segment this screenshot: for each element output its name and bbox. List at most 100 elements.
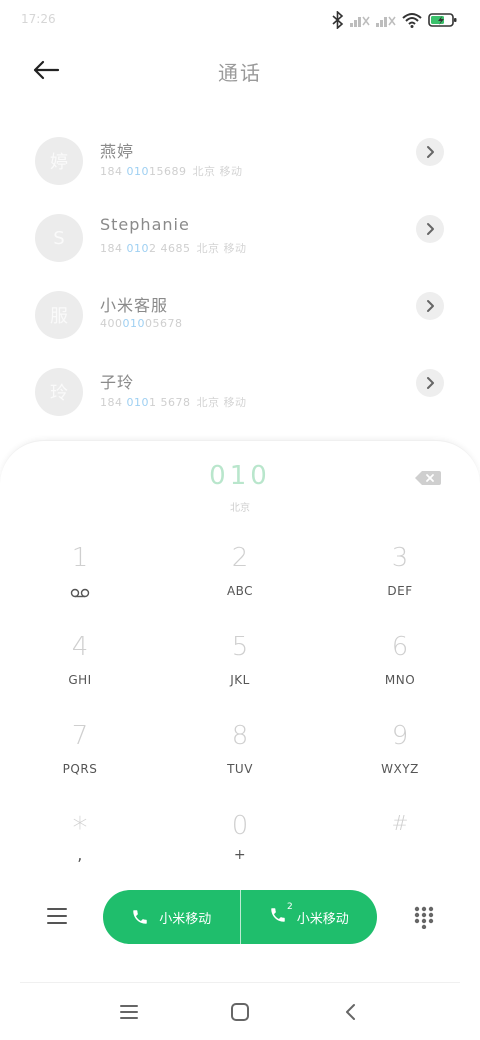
- key-star[interactable]: * ,: [25, 811, 135, 885]
- page-title: 通话: [218, 61, 262, 85]
- chevron-right-icon: [427, 300, 434, 312]
- back-chevron-icon: [346, 1004, 355, 1020]
- nav-recents-button[interactable]: [115, 998, 143, 1026]
- key-digit: 6: [391, 632, 409, 662]
- key-hash[interactable]: #: [345, 811, 455, 885]
- menu-icon: [47, 908, 67, 924]
- key-letters: WXYZ: [381, 762, 419, 776]
- avatar: 玲: [35, 368, 83, 416]
- avatar: 婷: [35, 137, 83, 185]
- menu-button[interactable]: [46, 906, 68, 926]
- contact-row[interactable]: S Stephanie 184 0102 4685 北京 移动: [0, 197, 480, 267]
- key-letters: MNO: [384, 673, 416, 687]
- voicemail-icon: [25, 587, 135, 601]
- key-letters: +: [233, 847, 247, 863]
- contact-detail-button[interactable]: [416, 292, 444, 320]
- backspace-button[interactable]: [414, 468, 442, 488]
- key-letters: DEF: [387, 584, 413, 598]
- key-letters: JKL: [230, 673, 250, 687]
- dialpad-icon: [414, 906, 434, 930]
- keypad-toggle-button[interactable]: [413, 905, 435, 930]
- key-digit: 0: [231, 811, 249, 841]
- key-1[interactable]: 1: [25, 543, 135, 617]
- recents-icon: [120, 1005, 138, 1019]
- key-digit: 8: [231, 721, 249, 751]
- key-3[interactable]: 3 DEF: [345, 543, 455, 617]
- number-suffix: 05678: [145, 317, 183, 330]
- key-2[interactable]: 2 ABC: [185, 543, 295, 617]
- key-letters: PQRS: [62, 762, 98, 776]
- number-suffix: 15689: [149, 165, 187, 178]
- signal-sim1-icon: [350, 16, 370, 27]
- nav-divider: [20, 982, 460, 983]
- contact-row[interactable]: 玲 子玲 184 0101 5678 北京 移动: [0, 351, 480, 421]
- contact-number: 184 01015689 北京 移动: [100, 163, 243, 179]
- contact-location: 北京 移动: [196, 396, 247, 409]
- contact-number: 40001005678: [100, 317, 183, 330]
- phone-icon: [133, 910, 147, 924]
- contact-detail-button[interactable]: [416, 138, 444, 166]
- signal-sim2-icon: [376, 16, 396, 27]
- chevron-right-icon: [427, 377, 434, 389]
- dialed-location: 北京: [230, 503, 250, 514]
- dialer-panel: 010 北京 1 2 ABC 3 DEF 4 GHI 5 JKL 6 MNO 7…: [0, 440, 480, 1040]
- home-icon: [231, 1003, 249, 1021]
- key-letters: GHI: [68, 673, 92, 687]
- number-suffix: 1 5678: [149, 396, 191, 409]
- key-8[interactable]: 8 TUV: [185, 721, 295, 795]
- number-match: 010: [122, 317, 145, 330]
- contact-name: Stephanie: [100, 215, 190, 234]
- contact-location: 北京 移动: [192, 165, 243, 178]
- status-icons: [332, 10, 458, 30]
- backspace-icon: [415, 471, 441, 485]
- bluetooth-icon: [332, 11, 344, 29]
- contact-row[interactable]: 婷 燕婷 184 01015689 北京 移动: [0, 120, 480, 190]
- key-6[interactable]: 6 MNO: [345, 632, 455, 706]
- call-sim1-button[interactable]: 小米移动: [103, 890, 240, 944]
- key-9[interactable]: 9 WXYZ: [345, 721, 455, 795]
- number-prefix: 184: [100, 396, 127, 409]
- key-digit: 5: [231, 632, 249, 662]
- call-sim2-button[interactable]: 2 小米移动: [241, 890, 378, 944]
- dialed-number: 010: [209, 461, 271, 491]
- key-4[interactable]: 4 GHI: [25, 632, 135, 706]
- nav-home-button[interactable]: [226, 998, 254, 1026]
- avatar: S: [35, 214, 83, 262]
- contact-detail-button[interactable]: [416, 369, 444, 397]
- nav-back-button[interactable]: [337, 998, 365, 1026]
- number-match: 010: [126, 396, 149, 409]
- chevron-right-icon: [427, 146, 434, 158]
- key-digit: 2: [231, 543, 249, 573]
- call-sim2-label: 小米移动: [296, 911, 349, 927]
- key-0[interactable]: 0 +: [185, 811, 295, 885]
- number-prefix: 400: [100, 317, 123, 330]
- sim2-badge: 2: [287, 902, 293, 912]
- contact-name: 小米客服: [100, 296, 169, 315]
- call-sim1-label: 小米移动: [159, 911, 212, 927]
- contact-detail-button[interactable]: [416, 215, 444, 243]
- number-match: 010: [126, 165, 149, 178]
- phone-sim2-icon: 2: [269, 902, 293, 928]
- key-digit: 1: [71, 543, 89, 573]
- chevron-right-icon: [427, 223, 434, 235]
- contact-number: 184 0101 5678 北京 移动: [100, 394, 247, 410]
- contact-row[interactable]: 服 小米客服 40001005678: [0, 274, 480, 344]
- status-time: 17:26: [21, 12, 56, 26]
- contact-name: 子玲: [100, 373, 135, 392]
- wifi-icon: [402, 13, 422, 28]
- key-digit: #: [391, 811, 409, 835]
- number-prefix: 184: [100, 165, 127, 178]
- key-digit: *: [72, 811, 88, 846]
- key-7[interactable]: 7 PQRS: [25, 721, 135, 795]
- contact-location: 北京 移动: [196, 242, 247, 255]
- key-digit: 7: [71, 721, 89, 751]
- key-digit: 4: [71, 632, 89, 662]
- key-digit: 9: [391, 721, 409, 751]
- contact-number: 184 0102 4685 北京 移动: [100, 240, 247, 256]
- key-5[interactable]: 5 JKL: [185, 632, 295, 706]
- call-button-group: 小米移动 2 小米移动: [103, 890, 377, 944]
- key-digit: 3: [391, 543, 409, 573]
- status-bar: 17:26: [0, 0, 480, 40]
- number-suffix: 2 4685: [149, 242, 191, 255]
- number-match: 010: [126, 242, 149, 255]
